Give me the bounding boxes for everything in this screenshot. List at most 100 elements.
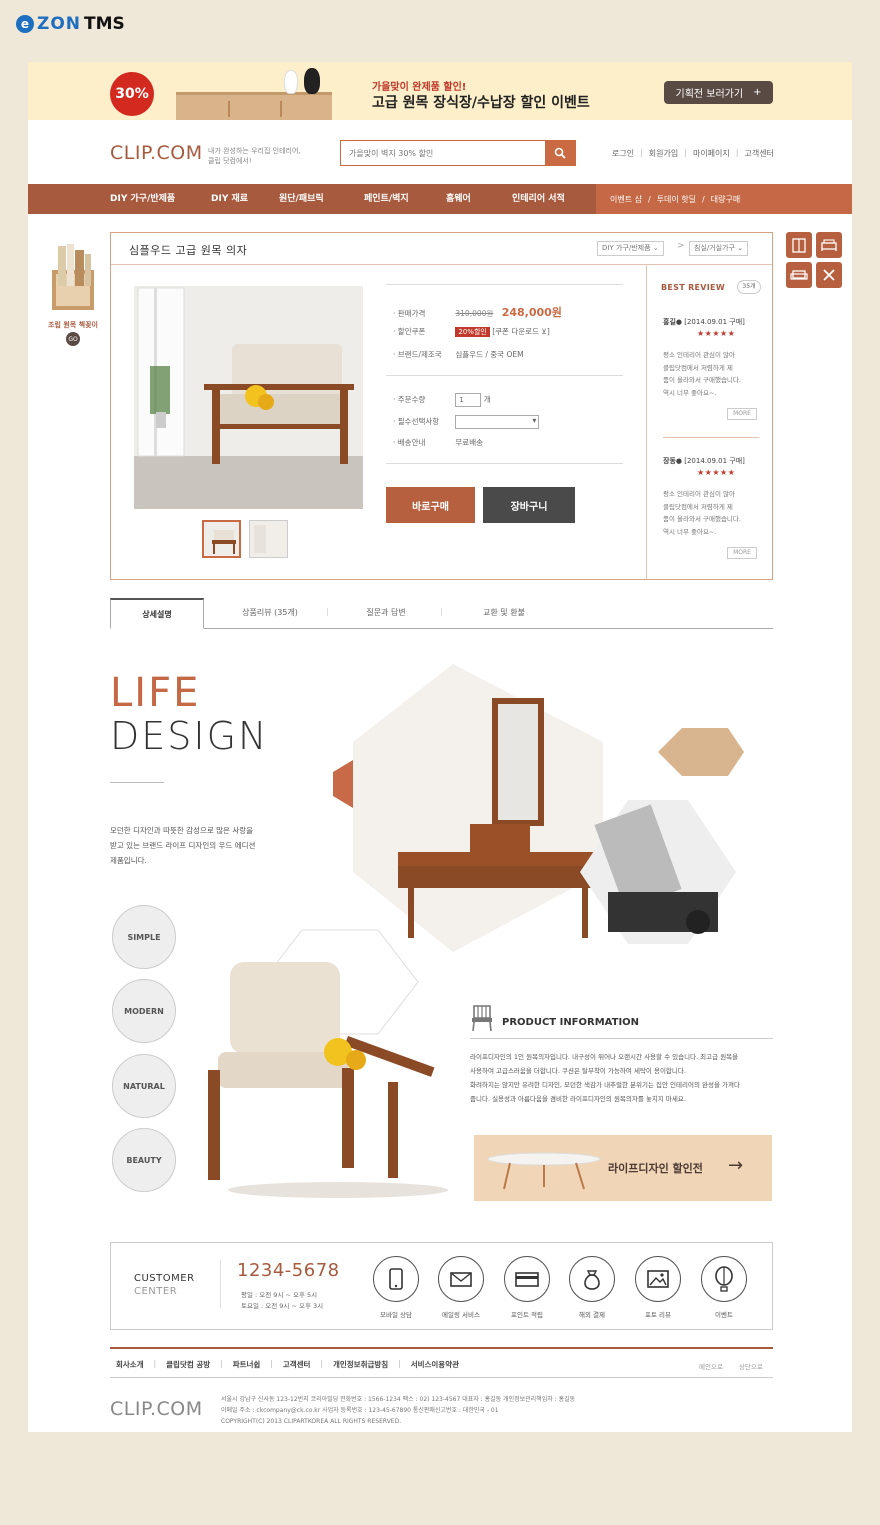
banner-event-button[interactable]: 기획전 보러가기 + — [664, 81, 773, 104]
pi-line: 라이프디자인의 1인 원목의자입니다. 내구성이 뛰어나 오랜시간 사용할 수 … — [470, 1053, 739, 1061]
feature-modern: MODERN — [112, 979, 176, 1043]
footer-terms[interactable]: 서비스이용약관 — [411, 1359, 459, 1370]
nav-fabric[interactable]: 원단/패브릭 — [279, 184, 324, 214]
cc-hours-weekday: 평일 : 오전 9시 ~ 오후 5시 — [241, 1291, 318, 1299]
util-support[interactable]: 고객센터 — [744, 148, 773, 159]
tagline-line-1: 내가 완성하는 우리집 인테리어, — [208, 147, 301, 155]
zontms-logo: e ZON TMS — [16, 14, 125, 34]
zontms-tms: TMS — [84, 14, 125, 34]
site-logo[interactable]: CLIP.COM — [110, 142, 203, 164]
option-select[interactable]: ▾ — [455, 415, 540, 429]
cc-title: CUSTOMER — [134, 1273, 195, 1284]
logo-com: COM — [156, 142, 203, 164]
brand-label: 브랜드/제조국 — [397, 350, 442, 359]
footer-workshop[interactable]: 클립닷컴 공방 — [166, 1359, 210, 1370]
footer-nav-right: 메인으로 상단으로 — [699, 1361, 763, 1371]
wardrobe-icon — [792, 238, 806, 253]
review-2-stars: ★★★★★ — [697, 468, 736, 477]
quick-tools-button[interactable] — [816, 262, 842, 288]
mailing-button[interactable] — [438, 1256, 484, 1302]
mail-icon — [450, 1272, 472, 1287]
footer-privacy[interactable]: 개인정보취급방침 — [333, 1359, 388, 1370]
svc-photo-label: 포토 리뷰 — [645, 1311, 671, 1319]
feature-beauty: BEAUTY — [112, 1128, 176, 1192]
nav-books[interactable]: 인테리어 서적 — [512, 184, 565, 214]
shipping-row: · 배송안내 무료배송 — [393, 438, 483, 447]
nav-bulk[interactable]: 대량구매 — [711, 194, 740, 205]
quantity-stepper[interactable]: 1 — [455, 393, 482, 407]
ship-value: 무료배송 — [455, 438, 483, 447]
footer-to-top[interactable]: 상단으로 — [739, 1361, 763, 1371]
util-login[interactable]: 로그인 — [612, 148, 634, 159]
banner-button-label: 기획전 보러가기 — [675, 89, 744, 100]
side-go-button[interactable]: GO — [66, 332, 80, 346]
tab-exchange[interactable]: 교환 및 환불 — [464, 598, 544, 628]
coupon-badge: 20%할인 — [455, 327, 490, 337]
footer-logo[interactable]: CLIP.COM — [110, 1398, 203, 1420]
thumbnail-1[interactable] — [202, 520, 241, 558]
footer-partnership[interactable]: 파트너쉽 — [233, 1359, 261, 1370]
review-1-line: 역시 너무 좋아요~. — [663, 388, 717, 397]
event-button[interactable] — [701, 1256, 747, 1302]
buy-now-button[interactable]: 바로구매 — [386, 487, 475, 523]
quick-bed-button[interactable] — [816, 232, 842, 258]
tab-reviews[interactable]: 상품리뷰 (35개) — [220, 598, 320, 628]
photo-review-button[interactable] — [635, 1256, 681, 1302]
product-info-title: PRODUCT INFORMATION — [502, 1017, 640, 1028]
nav-diy-materials[interactable]: DIY 재료 — [211, 184, 248, 214]
review-divider — [663, 437, 759, 438]
category-select-2[interactable]: 침실/거실가구 ⌄ — [689, 241, 749, 256]
top-banner[interactable]: 30% 가을맞이 완제품 할인! 고급 원목 장식장/수납장 할인 이벤트 기획… — [28, 62, 852, 120]
footer-to-main[interactable]: 메인으로 — [699, 1361, 723, 1371]
pi-line: 사용하여 고급스러움을 더합니다. 쿠션은 탈부착이 가능하여 세탁이 용이합니… — [470, 1067, 686, 1075]
price-row: · 판매가격 310,000원 248,000원 — [393, 306, 562, 319]
coupon-download-link[interactable]: [쿠폰 다운로드 ⊻] — [492, 327, 550, 336]
nav-event-shop[interactable]: 이벤트 샵 — [610, 194, 642, 205]
search-button[interactable] — [545, 141, 575, 165]
logo-clip: CLIP — [110, 142, 150, 164]
tab-qna[interactable]: 질문과 답변 — [346, 598, 426, 628]
ship-label: 배송안내 — [397, 438, 426, 447]
bed-icon — [821, 239, 837, 251]
nav-paint[interactable]: 페인트/벽지 — [364, 184, 409, 214]
footer-top-line — [110, 1347, 773, 1349]
bookshelf-image[interactable] — [50, 240, 96, 312]
overseas-payment-button[interactable] — [569, 1256, 615, 1302]
review-1-line: 품이 올라와서 구매했습니다. — [663, 376, 741, 384]
nav-diy-furniture[interactable]: DIY 가구/반제품 — [110, 184, 175, 214]
quick-wardrobe-button[interactable] — [786, 232, 812, 258]
product-header: 심플우드 고급 원목 의자 DIY 가구/반제품 ⌄ > 침실/거실가구 ⌄ — [111, 233, 772, 265]
zontms-e-icon: e — [16, 15, 34, 33]
detail-tabs: 상세설명 상품리뷰 (35개) | 질문과 답변 | 교환 및 환불 — [110, 598, 773, 629]
search-icon — [554, 147, 566, 159]
util-signup[interactable]: 회원가입 — [649, 148, 678, 159]
svc-points-label: 포인트 적립 — [511, 1311, 543, 1319]
mobile-consult-button[interactable] — [373, 1256, 419, 1302]
review-1-line: 클립닷컴에서 저렴하게 제 — [663, 363, 733, 372]
review-2-line: 클립닷컴에서 저렴하게 제 — [663, 502, 733, 511]
side-banner-label[interactable]: 조립 원목 책꽂이 — [40, 320, 106, 330]
util-mypage[interactable]: 마이페이지 — [693, 148, 730, 159]
thumbnail-2[interactable] — [249, 520, 288, 558]
money-bag-icon — [584, 1270, 600, 1290]
qty-label: 주문수량 — [397, 395, 426, 404]
footer-logo-clip: CLIP — [110, 1398, 150, 1420]
search-input[interactable] — [341, 141, 545, 166]
discount-badge: 30% — [110, 72, 154, 116]
review-2-more-button[interactable]: MORE — [727, 547, 757, 559]
review-count-badge[interactable]: 35개 — [737, 280, 761, 294]
points-button[interactable] — [504, 1256, 550, 1302]
quick-sofa-button[interactable] — [786, 262, 812, 288]
tab-detail[interactable]: 상세설명 — [110, 598, 204, 629]
add-to-cart-button[interactable]: 장바구니 — [483, 487, 575, 523]
banner-title: 고급 원목 장식장/수납장 할인 이벤트 — [372, 95, 590, 111]
nav-hot-deal[interactable]: 투데이 핫딜 — [657, 194, 696, 205]
tools-icon — [823, 269, 835, 281]
nav-homeware[interactable]: 홈웨어 — [446, 184, 471, 214]
review-1-more-button[interactable]: MORE — [727, 408, 757, 420]
footer-about[interactable]: 회사소개 — [116, 1359, 144, 1370]
footer-support[interactable]: 고객센터 — [283, 1359, 311, 1370]
footer-copyright: COPYRIGHT(C) 2013 CLIPARTKOREA ALL RIGHT… — [221, 1418, 402, 1425]
best-review-panel: BEST REVIEW 35개 홍길● [2014.09.01 구매] ★★★★… — [646, 265, 772, 579]
category-select-1[interactable]: DIY 가구/반제품 ⌄ — [597, 241, 664, 256]
